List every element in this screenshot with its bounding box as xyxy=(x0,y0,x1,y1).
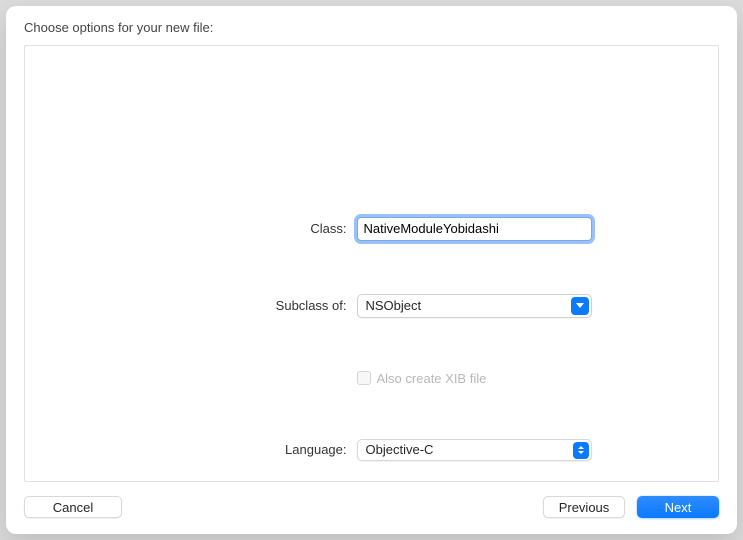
footer-buttons: Cancel Previous Next xyxy=(24,482,719,518)
xib-label: Also create XIB file xyxy=(377,371,487,386)
options-panel: Class: Subclass of: NSObject Also create… xyxy=(24,45,719,482)
next-button[interactable]: Next xyxy=(637,496,719,518)
chevron-down-icon xyxy=(571,297,589,315)
updown-icon xyxy=(573,442,589,459)
subclass-value: NSObject xyxy=(366,298,422,313)
xib-checkbox xyxy=(357,371,371,385)
subclass-label: Subclass of: xyxy=(147,298,347,313)
new-file-options-sheet: Choose options for your new file: Class:… xyxy=(6,6,737,534)
xib-checkbox-row: Also create XIB file xyxy=(357,371,597,386)
sheet-heading: Choose options for your new file: xyxy=(24,20,719,35)
class-input[interactable] xyxy=(357,217,592,241)
previous-button[interactable]: Previous xyxy=(543,496,625,518)
subclass-combobox[interactable]: NSObject xyxy=(357,294,592,318)
language-label: Language: xyxy=(147,442,347,457)
language-value: Objective-C xyxy=(366,442,434,457)
class-label: Class: xyxy=(147,221,347,236)
options-form: Class: Subclass of: NSObject Also create… xyxy=(147,196,597,481)
cancel-button[interactable]: Cancel xyxy=(24,496,122,518)
language-popup[interactable]: Objective-C xyxy=(357,439,592,461)
